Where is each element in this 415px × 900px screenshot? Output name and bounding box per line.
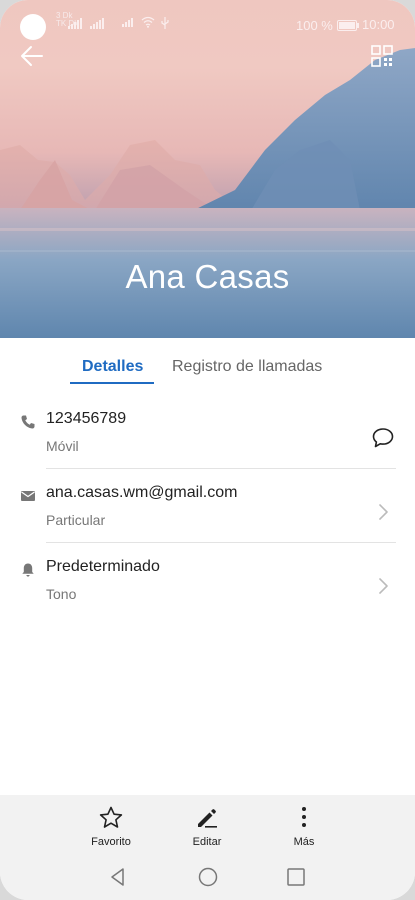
- tab-detalles[interactable]: Detalles: [82, 358, 143, 376]
- favorite-button[interactable]: Favorito: [76, 805, 146, 848]
- divider: [46, 468, 396, 469]
- chevron-right-icon: [379, 578, 388, 594]
- more-label: Más: [293, 836, 315, 848]
- phone-number: 123456789: [46, 410, 127, 427]
- signal-icon: [90, 18, 104, 29]
- status-time: 10:00: [362, 17, 395, 32]
- chevron-right-icon: [379, 504, 388, 520]
- tab-registro-de-llamadas[interactable]: Registro de llamadas: [172, 358, 322, 376]
- bottom-action-bar: Favorito Editar Más: [0, 795, 415, 900]
- divider: [46, 542, 396, 543]
- home-circle-icon: [198, 867, 218, 887]
- back-triangle-icon: [111, 868, 124, 886]
- edit-label: Editar: [192, 836, 222, 848]
- bell-icon: [22, 563, 34, 577]
- front-camera: [20, 14, 46, 40]
- phone-icon: [21, 415, 35, 429]
- system-navigation-bar: [0, 863, 415, 893]
- more-button[interactable]: Más: [269, 805, 339, 848]
- mail-icon: [21, 491, 35, 501]
- detail-row-ringtone[interactable]: Predeterminado Tono: [0, 550, 415, 624]
- battery-icon: [337, 20, 359, 31]
- phone-type: Móvil: [46, 438, 79, 454]
- edit-button[interactable]: Editar: [172, 805, 242, 848]
- email-address: ana.casas.wm@gmail.com: [46, 484, 238, 501]
- nav-recents-button[interactable]: [284, 865, 308, 889]
- nav-home-button[interactable]: [196, 865, 220, 889]
- qr-code-button[interactable]: [370, 44, 394, 68]
- status-bar: 3 Dk TK Dk 100 % 10:00: [0, 0, 415, 50]
- email-type: Particular: [46, 512, 106, 528]
- tab-bar: Detalles Registro de llamadas: [0, 338, 415, 390]
- contact-detail-screen: 3 Dk TK Dk 100 % 10:00 Ana Casas Detalle…: [0, 0, 415, 900]
- edit-icon: [198, 809, 217, 828]
- nav-back-button[interactable]: [106, 865, 130, 889]
- detail-row-phone[interactable]: 123456789 Móvil: [0, 402, 415, 476]
- battery-percent: 100 %: [296, 18, 333, 33]
- contact-name: Ana Casas: [125, 258, 290, 295]
- active-tab-indicator: [70, 382, 154, 384]
- message-icon: [372, 428, 394, 448]
- back-button[interactable]: [18, 42, 46, 70]
- ringtone-chevron: [371, 574, 395, 598]
- star-icon: [99, 806, 123, 828]
- recents-square-icon: [287, 868, 305, 886]
- signal-icon: [68, 18, 82, 29]
- favorite-label: Favorito: [91, 836, 131, 848]
- email-chevron: [371, 500, 395, 524]
- send-message-button[interactable]: [371, 426, 395, 450]
- arrow-left-icon: [21, 46, 43, 66]
- signal-icon: [122, 18, 133, 27]
- qr-code-icon: [371, 45, 393, 67]
- ringtone-name: Predeterminado: [46, 558, 160, 575]
- header-background-image: 3 Dk TK Dk 100 % 10:00 Ana Casas: [0, 0, 415, 338]
- detail-row-email[interactable]: ana.casas.wm@gmail.com Particular: [0, 476, 415, 550]
- ringtone-label: Tono: [46, 586, 77, 602]
- more-vertical-icon: [302, 807, 306, 827]
